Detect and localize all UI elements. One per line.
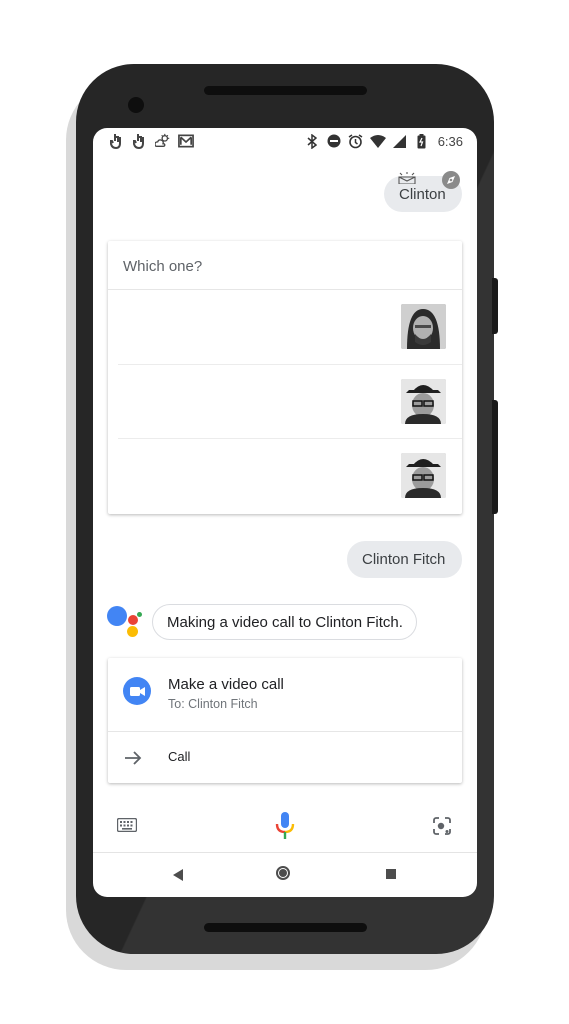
clock-time: 6:36: [437, 133, 463, 149]
do-not-disturb-icon: [326, 133, 342, 149]
front-camera: [128, 97, 144, 113]
assistant-dot-yellow: [127, 626, 138, 637]
notification-icons: [109, 133, 194, 149]
volume-button: [492, 400, 498, 514]
top-speaker: [204, 86, 367, 95]
call-card-title: Make a video call: [168, 676, 284, 693]
assistant-response-bubble: Making a video call to Clinton Fitch.: [152, 604, 417, 640]
compass-icon: [442, 171, 460, 189]
weather-icon: [155, 133, 171, 149]
microphone-icon[interactable]: [275, 811, 295, 841]
back-icon[interactable]: [172, 868, 184, 882]
assistant-dot-red: [128, 615, 138, 625]
arrow-right-icon: [125, 751, 142, 765]
duo-video-icon: [123, 677, 151, 705]
contact-photo-2: [401, 379, 446, 424]
system-icons: 6:36: [304, 133, 463, 149]
contact-option-3[interactable]: [108, 439, 462, 514]
bottom-speaker: [204, 923, 367, 932]
video-call-header[interactable]: Make a video call To: Clinton Fitch: [108, 658, 462, 731]
recents-icon[interactable]: [386, 869, 396, 879]
status-bar: 6:36: [93, 128, 477, 154]
contact-photo-1: [401, 304, 446, 349]
user-query-text: Clinton: [399, 186, 446, 203]
call-card-subtitle: To: Clinton Fitch: [168, 697, 258, 711]
assistant-dot-green: [137, 612, 142, 617]
keyboard-icon[interactable]: [117, 818, 137, 832]
call-action-row[interactable]: Call: [108, 732, 462, 783]
gesture-icon: [109, 133, 125, 149]
contact-chooser-card: Which one?: [108, 241, 462, 514]
call-action-label: Call: [168, 749, 191, 764]
assistant-dot-blue: [107, 606, 127, 626]
mail-mini-icon: [398, 172, 416, 184]
gmail-icon: [178, 133, 194, 149]
contact-option-1[interactable]: [108, 290, 462, 364]
user-selection-chip: Clinton Fitch: [347, 541, 462, 578]
video-call-card: Make a video call To: Clinton Fitch Call: [108, 658, 462, 783]
contact-photo-3: [401, 453, 446, 498]
alarm-icon: [348, 133, 364, 149]
assistant-logo-icon: [107, 604, 147, 644]
power-button: [492, 278, 498, 334]
screen: 6:36 Clinton Which one? Clinton Fitch Ma…: [93, 128, 477, 897]
contact-option-2[interactable]: [108, 365, 462, 439]
nav-divider: [93, 852, 477, 853]
wifi-icon: [369, 133, 386, 149]
gesture-icon: [132, 133, 148, 149]
user-selection-text: Clinton Fitch: [362, 551, 446, 568]
signal-icon: [392, 133, 408, 149]
battery-icon: [414, 133, 430, 149]
chooser-title: Which one?: [123, 258, 203, 275]
bluetooth-icon: [304, 133, 320, 149]
assistant-response-text: Making a video call to Clinton Fitch.: [167, 614, 403, 631]
home-icon-center: [279, 869, 287, 877]
lens-icon[interactable]: [432, 816, 452, 836]
